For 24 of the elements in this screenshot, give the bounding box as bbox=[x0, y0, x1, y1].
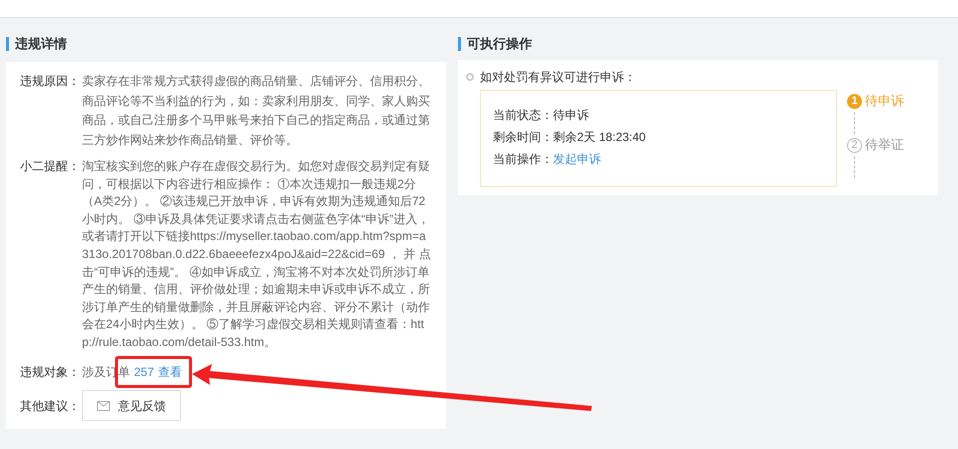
field-value: 剩余2天 18:23:40 bbox=[553, 129, 646, 146]
field-label: 当前状态： bbox=[493, 107, 553, 124]
field-label: 当前操作： bbox=[493, 151, 553, 168]
feedback-button[interactable]: 意见反馈 bbox=[82, 390, 181, 422]
step-label: 待举证 bbox=[865, 136, 904, 154]
field-value: 待申诉 bbox=[553, 107, 589, 124]
section-title: 可执行操作 bbox=[467, 35, 532, 54]
step-number: 1 bbox=[847, 94, 862, 108]
section-title: 违规详情 bbox=[15, 35, 67, 54]
field-label: 剩余时间： bbox=[493, 129, 553, 146]
bullet-icon bbox=[466, 73, 474, 81]
mail-icon bbox=[97, 400, 110, 411]
view-link[interactable]: 查看 bbox=[158, 362, 182, 382]
step-label: 待申诉 bbox=[865, 92, 904, 110]
appeal-link[interactable]: 发起申诉 bbox=[553, 150, 601, 168]
row-label: 其他建议： bbox=[20, 398, 81, 415]
row-label: 违规对象： bbox=[20, 364, 81, 381]
row-label: 小二提醒： bbox=[20, 158, 81, 175]
intro-text: 如对处罚有异议可进行申诉： bbox=[480, 69, 636, 86]
row-label: 违规原因： bbox=[20, 73, 81, 90]
step-number: 2 bbox=[847, 138, 862, 152]
row-text: 淘宝核实到您的账户存在虚假交易行为。如您对虚假交易判定有疑问，可根据以下内容进行相应操作： ①本次违规扣一般违规2分（A类2分）。 ②该违规已开放申诉，申诉有效期为违规通知后72小时内。 ③申诉及具体凭证要求请点击右侧蓝色字体“申诉”进入，或者请打开以下链接https://myseller.taobao.com/app.htm?spm=a313o.201708ban.0.d22.6baeeefezx4poJ&aid=22&cid=69 ， 并 点击“可申诉的违规”。 ④如申诉成立，淘宝将不对本次处罚所涉订单产生的销量、信用、评价做处理；如逾期未申诉或申诉不成立，所涉订单产生的销量做删除，并且屏蔽评论内容、评分不累计（动作会在24小时内生效）。 ⑤了解学习虚假交易相关规则请查看：http://rule.taobao.com/detail-533.htm。 bbox=[82, 158, 432, 351]
order-count: 257 bbox=[134, 364, 154, 381]
row-text: 卖家存在非常规方式获得虚假的商品销量、店铺评分、信用积分、商品评论等不当利益的行为，如：卖家利用朋友、同学、家人购买商品，或自己注册多个马甲账号来拍下自己的指定商品，或通过第三方炒作网站来炒作商品销量、评价等。 bbox=[82, 73, 431, 148]
